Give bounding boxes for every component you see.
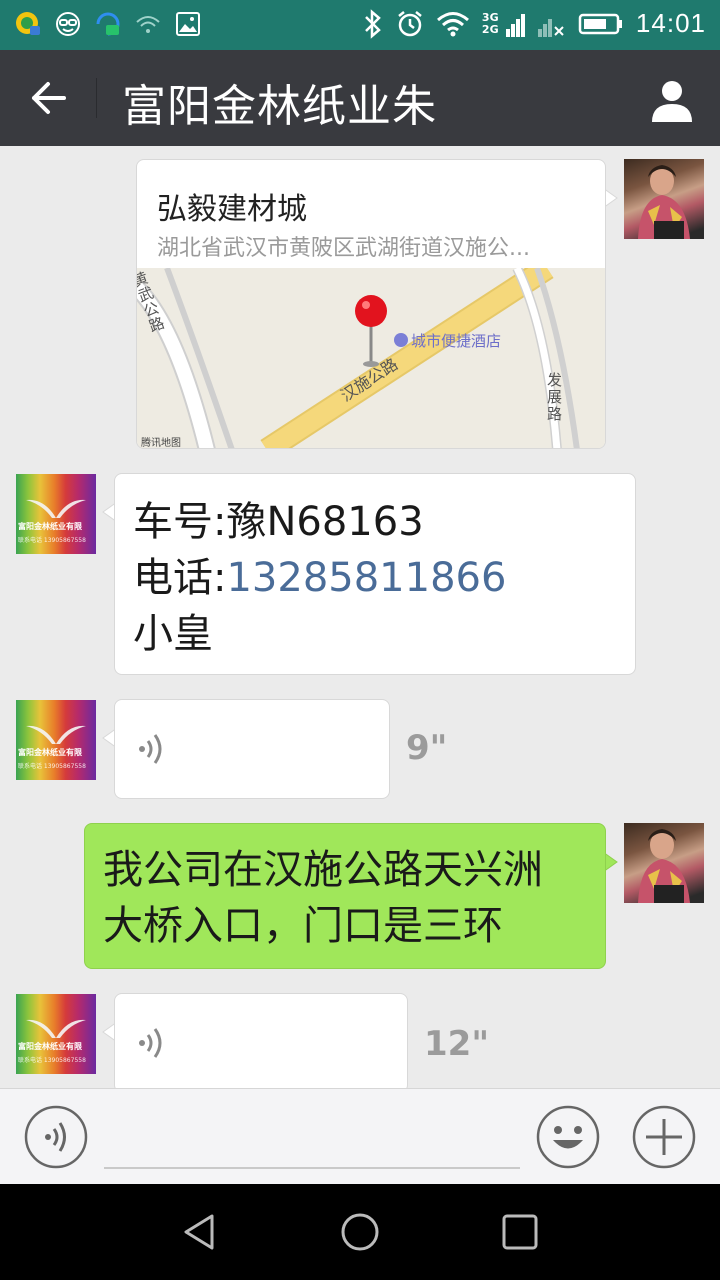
my-avatar[interactable]	[624, 823, 704, 903]
person-icon[interactable]	[650, 78, 694, 122]
message-line: 我公司在汉施公路天兴洲	[103, 847, 543, 893]
map-provider-label: 腾讯地图	[141, 438, 181, 449]
text-message-sent[interactable]: 我公司在汉施公路天兴洲 大桥入口，门口是三环	[84, 823, 606, 969]
image-icon	[176, 12, 200, 36]
voice-wave-icon	[139, 1028, 162, 1058]
network-type-label: 3G 2G	[481, 10, 504, 36]
wifi-icon	[436, 11, 469, 36]
message-body: 车号:豫N68163 电话:13285811866 小皇	[133, 494, 506, 662]
phone-label: 电话:	[133, 555, 227, 601]
voice-duration: 12"	[424, 1024, 490, 1064]
contact-avatar[interactable]: 富阳金林纸业有限 联系电话 13905867558	[16, 474, 96, 554]
system-nav-bar	[0, 1184, 720, 1280]
header-divider	[96, 78, 97, 118]
avatar-company-text: 富阳金林纸业有限	[18, 522, 82, 531]
message-input[interactable]	[104, 1167, 520, 1169]
avatar-company-sub: 联系电话 13905867558	[18, 763, 86, 770]
plus-icon[interactable]	[632, 1105, 696, 1169]
home-circle-icon[interactable]	[340, 1212, 380, 1252]
avatar-company-text: 富阳金林纸业有限	[18, 1042, 82, 1051]
text-message-received[interactable]: 车号:豫N68163 电话:13285811866 小皇	[114, 473, 636, 675]
voice-duration: 9"	[406, 728, 448, 768]
wings-logo-icon	[26, 725, 86, 744]
network-3g-label: 3G	[481, 10, 499, 24]
woman-portrait-icon	[638, 829, 690, 903]
woman-portrait-icon	[638, 165, 690, 239]
avatar-company-sub: 联系电话 13905867558	[18, 1057, 86, 1064]
message-icon	[96, 12, 120, 36]
phone-number-link[interactable]: 13285811866	[226, 555, 506, 601]
emoji-icon[interactable]	[536, 1105, 600, 1169]
chat-input-bar	[0, 1088, 720, 1184]
avatar-company-text: 富阳金林纸业有限	[18, 748, 82, 757]
voice-wave-icon	[139, 734, 162, 764]
status-bar: 3G 2G 14:01	[0, 0, 720, 50]
message-line: 大桥入口，门口是三环	[103, 903, 503, 949]
chat-header: 富阳金林纸业朱	[0, 50, 720, 146]
chat-title: 富阳金林纸业朱	[122, 81, 437, 132]
location-address: 湖北省武汉市黄陂区武湖街道汉施公...	[157, 236, 530, 261]
avatar-company-sub: 联系电话 13905867558	[18, 537, 86, 544]
plate-number-line: 车号:豫N68163	[133, 499, 424, 545]
voice-message[interactable]	[114, 993, 408, 1093]
message-body: 我公司在汉施公路天兴洲 大桥入口，门口是三环	[103, 842, 543, 954]
my-avatar[interactable]	[624, 159, 704, 239]
location-map[interactable]: 城市便捷酒店 汉施公路 黄武公路 发展路 腾讯地图	[137, 257, 605, 449]
location-message[interactable]: 弘毅建材城 湖北省武汉市黄陂区武湖街道汉施公... 城市便捷酒店 汉施公路 黄武…	[136, 159, 606, 449]
recents-square-icon[interactable]	[500, 1212, 540, 1252]
glasses-icon	[56, 12, 80, 36]
clock: 14:01	[635, 8, 706, 38]
map-road-right: 发展路	[547, 371, 563, 423]
signal-icon	[505, 13, 525, 37]
bluetooth-icon	[365, 8, 381, 39]
wings-logo-icon	[26, 1019, 86, 1038]
phone-line: 电话:13285811866	[133, 550, 506, 606]
back-arrow-icon[interactable]	[22, 74, 76, 122]
battery-icon	[578, 13, 622, 34]
location-name: 弘毅建材城	[157, 192, 307, 227]
voice-message[interactable]	[114, 699, 390, 799]
signal-no-sim-icon	[537, 18, 564, 37]
back-triangle-icon[interactable]	[180, 1212, 220, 1252]
wifi-question-icon	[136, 16, 160, 33]
contact-name-line: 小皇	[133, 611, 213, 657]
wings-logo-icon	[26, 499, 86, 518]
network-2g-label: 2G	[481, 22, 499, 36]
alarm-icon	[398, 10, 422, 36]
contact-avatar[interactable]: 富阳金林纸业有限 联系电话 13905867558	[16, 994, 96, 1074]
contact-avatar[interactable]: 富阳金林纸业有限 联系电话 13905867558	[16, 700, 96, 780]
app-notification-icon	[16, 12, 40, 35]
map-poi-label: 城市便捷酒店	[411, 332, 502, 350]
voice-input-icon[interactable]	[24, 1105, 88, 1169]
